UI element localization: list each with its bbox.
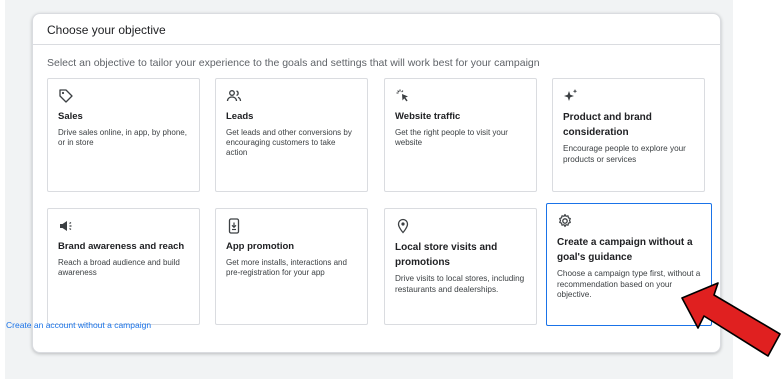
location-pin-icon [395,218,411,234]
objective-title: Local store visits and promotions [395,242,498,268]
objective-title: Brand awareness and reach [58,241,185,252]
create-account-without-campaign-link[interactable]: Create an account without a campaign [6,320,151,330]
objective-description: Get the right people to visit your websi… [395,128,508,147]
card-subtitle: Select an objective to tailor your exper… [47,57,540,69]
objective-tile-leads[interactable]: Leads Get leads and other conversions by… [215,78,368,192]
objective-tile-sales[interactable]: Sales Drive sales online, in app, by pho… [47,78,200,192]
objective-description: Reach a broad audience and build awarene… [58,258,180,277]
objective-tile-website-traffic[interactable]: Website traffic Get the right people to … [384,78,537,192]
card-header: Choose your objective [33,14,720,45]
objective-title: App promotion [226,241,295,252]
objective-tile-app-promotion[interactable]: App promotion Get more installs, interac… [215,208,368,325]
sparkle-icon [563,88,579,104]
objective-description: Encourage people to explore your product… [563,144,686,164]
objective-title: Leads [226,111,254,122]
objective-tile-brand-awareness-reach[interactable]: Brand awareness and reach Reach a broad … [47,208,200,325]
tag-icon [58,88,74,104]
objective-title: Sales [58,111,83,122]
people-icon [226,88,242,104]
objective-description: Get leads and other conversions by encou… [226,128,352,157]
page-title: Choose your objective [47,23,166,37]
objective-title: Product and brand consideration [563,112,652,138]
megaphone-icon [58,218,74,234]
objective-tile-product-brand-consideration[interactable]: Product and brand consideration Encourag… [552,78,705,192]
red-arrow-annotation [681,282,781,357]
objective-description: Drive sales online, in app, by phone, or… [58,128,187,147]
objective-description: Drive visits to local stores, including … [395,274,525,294]
cursor-click-icon [395,88,411,104]
objective-description: Get more installs, interactions and pre-… [226,258,347,277]
phone-download-icon [226,218,242,234]
gear-icon [557,213,573,229]
objective-title: Website traffic [395,111,461,122]
objective-title: Create a campaign without a goal's guida… [557,237,693,263]
objective-tile-local-store-visits[interactable]: Local store visits and promotions Drive … [384,208,537,325]
objective-card: Choose your objective Select an objectiv… [32,13,721,353]
